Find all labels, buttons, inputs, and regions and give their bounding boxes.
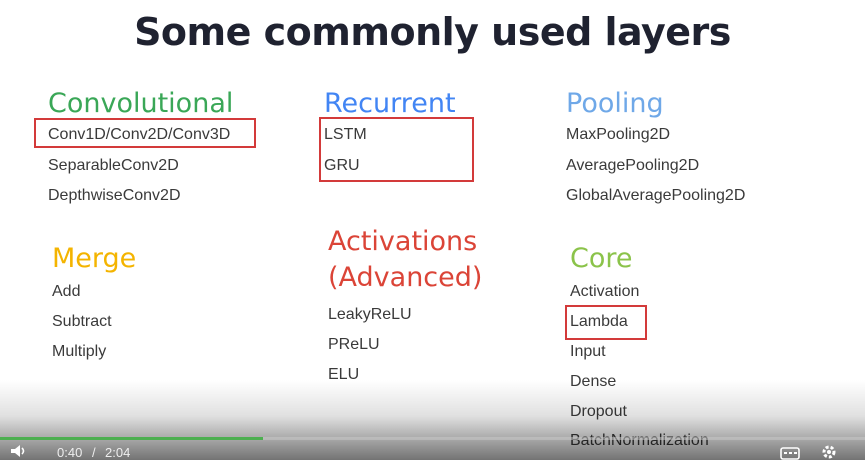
duration: 2:04	[105, 445, 131, 460]
highlight-box	[34, 118, 256, 148]
list-item: MaxPooling2D	[566, 126, 671, 143]
group-heading-line-2: (Advanced)	[328, 262, 483, 293]
group-heading: Core	[570, 243, 633, 274]
list-item: ELU	[328, 366, 360, 383]
player-controls: 0:40 / 2:04	[0, 441, 865, 460]
group-heading: Recurrent	[324, 88, 456, 119]
time-separator: /	[92, 445, 96, 460]
list-item: Multiply	[52, 343, 107, 360]
list-item: Subtract	[52, 313, 112, 330]
list-item: AveragePooling2D	[566, 157, 700, 174]
progress-bar-fill	[0, 437, 263, 440]
slide: Some commonly used layers Convolutional …	[0, 0, 865, 460]
volume-icon[interactable]	[10, 444, 28, 461]
list-item: Dense	[570, 373, 617, 390]
list-item: Activation	[570, 283, 640, 300]
group-merge: Merge Add Subtract Multiply	[52, 243, 232, 373]
settings-icon[interactable]	[820, 443, 838, 464]
highlight-box	[565, 305, 647, 340]
list-item: DepthwiseConv2D	[48, 187, 181, 204]
group-heading: Merge	[52, 243, 137, 274]
list-item: Input	[570, 343, 606, 360]
list-item: SeparableConv2D	[48, 157, 179, 174]
group-heading: Pooling	[566, 88, 664, 119]
group-heading: Convolutional	[48, 88, 234, 119]
highlight-box	[319, 117, 474, 182]
list-item: Dropout	[570, 403, 627, 420]
slide-title: Some commonly used layers	[134, 10, 731, 54]
group-activations-advanced: Activations (Advanced) LeakyReLU PReLU E…	[328, 226, 528, 396]
group-pooling: Pooling MaxPooling2D AveragePooling2D Gl…	[566, 88, 826, 218]
group-convolutional: Convolutional Conv1D/Conv2D/Conv3D Separ…	[48, 88, 278, 218]
list-item: LeakyReLU	[328, 306, 412, 323]
list-item: PReLU	[328, 336, 380, 353]
list-item: Add	[52, 283, 81, 300]
list-item: GlobalAveragePooling2D	[566, 187, 746, 204]
group-heading-line-1: Activations	[328, 226, 478, 257]
progress-bar[interactable]	[0, 437, 865, 440]
group-core: Core Activation Lambda Input Dense Dropo…	[570, 243, 790, 453]
current-time: 0:40	[57, 445, 83, 460]
captions-icon[interactable]	[780, 447, 800, 463]
